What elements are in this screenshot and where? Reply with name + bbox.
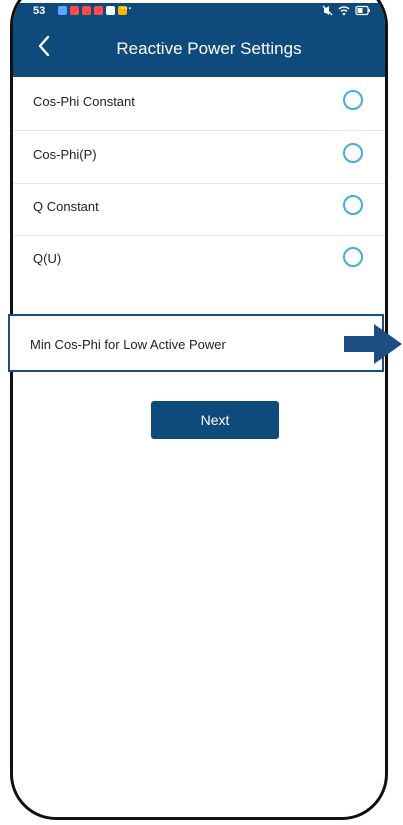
option-cos-phi-p[interactable]: Cos-Phi(P): [13, 131, 385, 183]
radio-button[interactable]: [343, 195, 363, 215]
app-header: Reactive Power Settings: [13, 21, 385, 77]
mute-icon: [322, 5, 333, 16]
radio-button[interactable]: [343, 247, 363, 267]
notification-icon: [82, 6, 91, 15]
option-label: Q Constant: [33, 199, 99, 214]
option-q-u[interactable]: Q(U): [13, 235, 385, 287]
page-title: Reactive Power Settings: [116, 39, 302, 58]
notification-icon: [94, 6, 103, 15]
battery-icon: [355, 5, 370, 16]
system-icons: [322, 5, 371, 16]
next-button[interactable]: Next: [151, 401, 279, 439]
option-min-cos-phi-low-active-power[interactable]: Min Cos-Phi for Low Active Power: [8, 314, 384, 372]
wifi-icon: [338, 6, 350, 16]
notification-icon: [58, 6, 67, 15]
more-notifications: ···: [121, 3, 132, 15]
status-bar: 53 ···: [13, 3, 385, 21]
radio-button[interactable]: [343, 90, 363, 110]
phone-frame: 53 ··· Reactive Power Settings Cos-Phi C…: [10, 0, 388, 820]
notification-icon: [106, 6, 115, 15]
option-label: Cos-Phi(P): [33, 147, 97, 162]
notification-icon: [70, 6, 79, 15]
option-cos-phi-constant[interactable]: Cos-Phi Constant: [13, 78, 385, 130]
option-label: Min Cos-Phi for Low Active Power: [30, 337, 226, 352]
option-label: Cos-Phi Constant: [33, 94, 135, 109]
notification-icons: [58, 6, 127, 15]
option-label: Q(U): [33, 251, 62, 266]
pointer-arrow-icon: [344, 324, 402, 364]
status-time: 53: [33, 5, 46, 17]
option-q-constant[interactable]: Q Constant: [13, 183, 385, 235]
radio-button[interactable]: [343, 143, 363, 163]
